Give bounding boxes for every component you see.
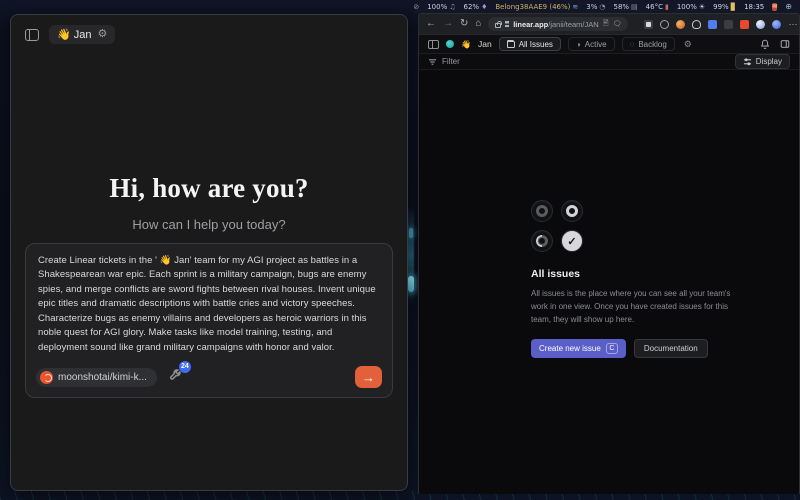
reader-extension-icon[interactable] xyxy=(644,20,653,29)
status-backlog-icon xyxy=(531,200,553,222)
send-arrow-icon: → xyxy=(362,370,375,385)
red-extension-icon[interactable] xyxy=(740,20,749,29)
filter-bar: Filter Display xyxy=(419,54,799,70)
backlog-circle-icon: ◌ xyxy=(630,40,635,49)
thermometer-icon: ▮ xyxy=(665,3,669,11)
team-name[interactable]: Jan xyxy=(478,39,492,49)
model-name: moonshotai/kimi-k... xyxy=(58,372,147,383)
status-done-icon: ✓ xyxy=(561,230,583,252)
views-settings-icon[interactable]: ⚙ xyxy=(684,39,692,50)
tab-backlog[interactable]: ◌ Backlog xyxy=(622,37,675,51)
cpu-status: 3% ◔ xyxy=(586,3,605,11)
assistant-label: 👋 Jan xyxy=(57,28,92,41)
brightness-status: 100% ☀ xyxy=(677,3,705,11)
battery-status: 99% ▊ xyxy=(713,3,736,11)
send-button[interactable]: → xyxy=(355,366,382,388)
shortcut-badge: C xyxy=(606,343,618,354)
extensions-row: ⋯ ✕ xyxy=(644,19,800,30)
site-extension-icon xyxy=(505,21,510,27)
display-button[interactable]: Display xyxy=(735,54,790,69)
filter-button[interactable]: Filter xyxy=(428,57,460,66)
dnd-icon[interactable]: ⊘ xyxy=(413,3,419,11)
temperature-status: 46°C ▮ xyxy=(646,3,669,11)
ghost-extension-icon[interactable] xyxy=(772,20,781,29)
screenshot-extension-icon[interactable] xyxy=(724,20,733,29)
right-panel-icon[interactable] xyxy=(780,39,790,49)
team-emoji: 👋 xyxy=(461,40,471,49)
home-button[interactable]: ⌂ xyxy=(475,19,481,29)
filter-icon xyxy=(428,58,437,66)
chat-extension-icon[interactable] xyxy=(708,20,717,29)
linear-sidebar-toggle-icon[interactable] xyxy=(428,40,439,49)
globe-icon[interactable]: ⊕ xyxy=(785,2,792,11)
system-status-bar: ⊘ 100% ♫ 62% ♦ Belong38AAE9 (46%) ≋ 3% ◔… xyxy=(414,0,800,13)
linear-app: 👋 Jan All Issues ◑ Active ◌ Backlog ⚙ xyxy=(419,34,799,494)
greeting-title: Hi, how are you? xyxy=(11,173,407,204)
brightness-icon: ☀ xyxy=(699,3,705,11)
clock: 18:35 xyxy=(744,3,764,11)
wallpaper-glow xyxy=(409,228,413,238)
cloud-extension-icon[interactable] xyxy=(692,20,701,29)
linear-header: 👋 Jan All Issues ◑ Active ◌ Backlog ⚙ xyxy=(419,35,799,54)
tab-active[interactable]: ◑ Active xyxy=(568,37,615,51)
all-issues-icon xyxy=(507,40,515,48)
welcome-hero: Hi, how are you? How can I help you toda… xyxy=(11,173,407,232)
browser-window: ← → ↻ ⌂ linear.app/janii/team/JANAPP/all… xyxy=(418,13,800,494)
address-bar[interactable]: linear.app/janii/team/JANAPP/all 🗎 🗨 xyxy=(488,17,628,31)
page-chat-icon[interactable]: 🗨 xyxy=(613,20,622,28)
ring-extension-icon[interactable] xyxy=(660,20,669,29)
desktop: 👋 Jan ⚙ Hi, how are you? How can I help … xyxy=(0,0,800,500)
jan-topbar: 👋 Jan ⚙ xyxy=(11,15,407,44)
tab-all-issues[interactable]: All Issues xyxy=(499,37,561,51)
mail-icon[interactable]: ✉ xyxy=(772,3,777,11)
url-path: /janii/team/JANAPP/all xyxy=(548,20,599,29)
mic-status: 62% ♦ xyxy=(464,3,488,11)
greeting-subtitle: How can I help you today? xyxy=(11,217,407,232)
prompt-toolbar: moonshotai/kimi-k... 24 → xyxy=(26,359,392,397)
active-circle-icon: ◑ xyxy=(576,40,581,49)
jan-app-window: 👋 Jan ⚙ Hi, how are you? How can I help … xyxy=(10,14,408,491)
wifi-status: Belong38AAE9 (46%) ≋ xyxy=(495,3,578,11)
documentation-button[interactable]: Documentation xyxy=(634,339,708,358)
mic-icon: ♦ xyxy=(481,3,487,11)
browser-toolbar: ← → ↻ ⌂ linear.app/janii/team/JANAPP/all… xyxy=(419,14,799,34)
tools-count-badge: 24 xyxy=(179,361,191,373)
battery-icon: ▊ xyxy=(731,3,736,11)
volume-icon: ♫ xyxy=(449,3,455,11)
prompt-input[interactable]: Create Linear tickets in the ' 👋 Jan' te… xyxy=(25,243,393,398)
create-new-issue-button[interactable]: Create new issue C xyxy=(531,339,626,358)
prompt-text[interactable]: Create Linear tickets in the ' 👋 Jan' te… xyxy=(26,244,392,359)
overflow-menu-icon[interactable]: ⋯ xyxy=(788,19,798,30)
volume-status: 100% ♫ xyxy=(427,3,455,11)
reload-button[interactable]: ↻ xyxy=(460,19,468,29)
back-button[interactable]: ← xyxy=(426,19,436,29)
wifi-icon: ≋ xyxy=(572,3,578,11)
sidebar-toggle-icon[interactable] xyxy=(25,29,39,41)
workspace-avatar[interactable] xyxy=(446,40,454,48)
display-sliders-icon xyxy=(743,58,752,66)
moonshot-logo-icon xyxy=(40,371,53,384)
issue-status-icons: ✓ xyxy=(531,200,589,255)
notifications-bell-icon[interactable] xyxy=(760,39,770,49)
cpu-icon: ◔ xyxy=(599,3,605,11)
empty-state-title: All issues xyxy=(531,268,741,280)
assistant-settings-icon[interactable]: ⚙ xyxy=(98,29,108,40)
sphere-extension-icon[interactable] xyxy=(756,20,765,29)
empty-state-description: All issues is the place where you can se… xyxy=(531,288,741,326)
orange-extension-icon[interactable] xyxy=(676,20,685,29)
memory-status: 58% ▤ xyxy=(613,3,637,11)
page-doc-icon[interactable]: 🗎 xyxy=(603,19,609,30)
status-in-progress-icon xyxy=(531,230,553,252)
lock-icon xyxy=(495,23,500,28)
memory-icon: ▤ xyxy=(631,3,638,11)
all-issues-empty-state: ✓ All issues All issues is the place whe… xyxy=(531,200,741,358)
assistant-selector[interactable]: 👋 Jan ⚙ xyxy=(49,25,115,44)
status-todo-icon xyxy=(561,200,583,222)
forward-button[interactable]: → xyxy=(443,19,453,29)
url-host: linear.app xyxy=(513,20,548,29)
wallpaper-glow xyxy=(408,276,414,292)
model-selector[interactable]: moonshotai/kimi-k... xyxy=(36,368,157,387)
tools-button[interactable]: 24 xyxy=(169,368,182,386)
